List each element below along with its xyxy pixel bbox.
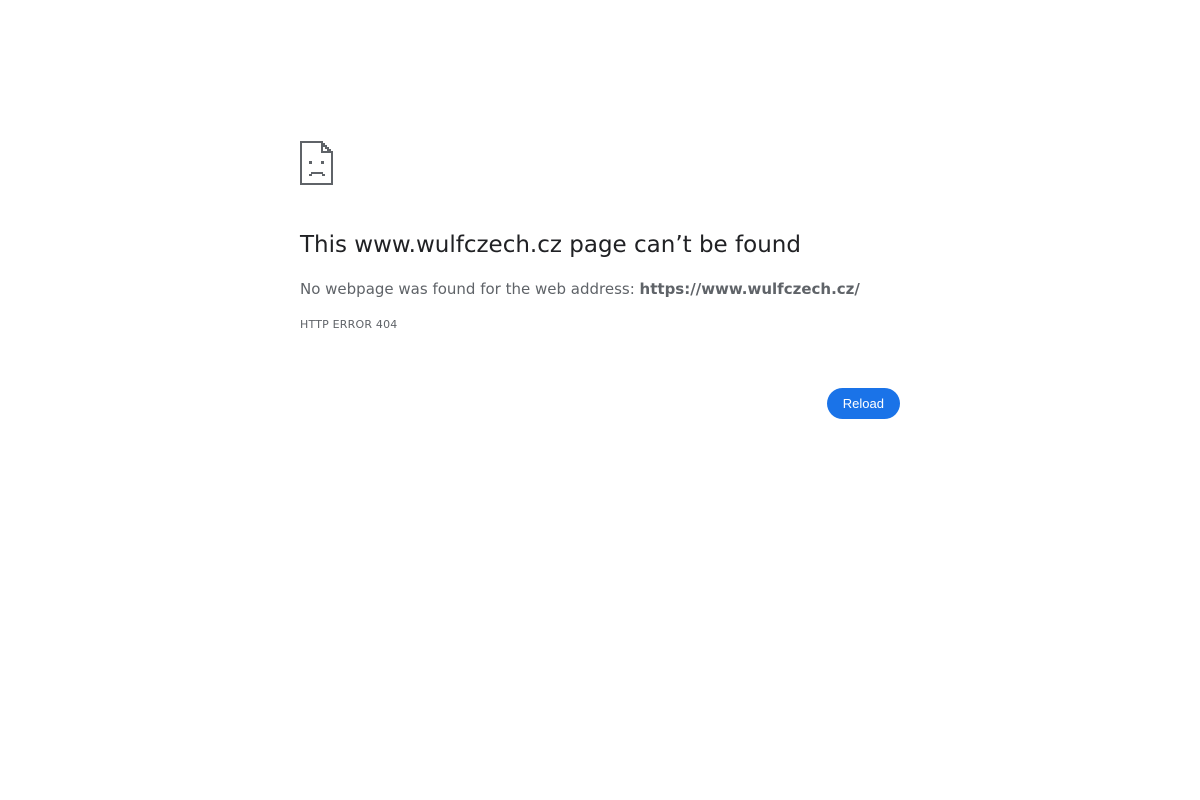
reload-button[interactable]: Reload: [826, 388, 900, 419]
error-code: HTTP ERROR 404: [300, 318, 398, 331]
error-page: This www.wulfczech.cz page can’t be foun…: [300, 0, 900, 800]
sad-page-icon: [300, 141, 334, 185]
error-message-text: No webpage was found for the web address…: [300, 280, 640, 298]
error-message: No webpage was found for the web address…: [300, 278, 860, 300]
page-title: This www.wulfczech.cz page can’t be foun…: [300, 232, 801, 258]
requested-url: https://www.wulfczech.cz/: [639, 280, 860, 298]
